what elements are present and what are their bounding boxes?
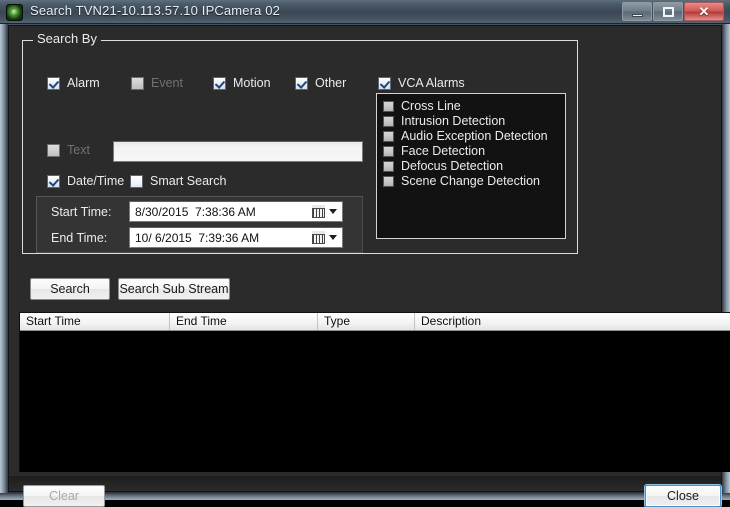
calendar-icon [312, 205, 325, 218]
date-time-panel: Start Time: 8/30/2015 7:38:36 AM End Tim… [36, 196, 363, 253]
checkbox-audio-exception-detection[interactable] [383, 131, 394, 142]
search-window: Search TVN21-10.113.57.10 IPCamera 02 ✕ … [0, 0, 730, 507]
start-time-label: Start Time: [51, 205, 112, 219]
minimize-button[interactable] [622, 2, 652, 21]
end-time-dropdown[interactable] [310, 229, 341, 246]
checkbox-other-label: Other [315, 76, 347, 90]
list-item-label: Defocus Detection [401, 159, 504, 173]
checkbox-event [131, 77, 144, 90]
list-item-label: Audio Exception Detection [401, 129, 548, 143]
list-item-label: Face Detection [401, 144, 486, 158]
checkbox-motion[interactable] [213, 77, 226, 90]
list-item-label: Scene Change Detection [401, 174, 540, 188]
search-text-input[interactable] [113, 141, 363, 162]
checkbox-alarm[interactable] [47, 77, 60, 90]
start-time-dropdown[interactable] [310, 203, 341, 220]
checkbox-vca-alarms-label: VCA Alarms [398, 76, 465, 90]
checkbox-motion-label: Motion [233, 76, 271, 90]
search-sub-stream-button[interactable]: Search Sub Stream [118, 278, 230, 300]
start-time-value: 8/30/2015 7:38:36 AM [135, 205, 256, 219]
title-bar[interactable]: Search TVN21-10.113.57.10 IPCamera 02 ✕ [0, 0, 730, 24]
column-header-type[interactable]: Type [318, 313, 415, 330]
checkbox-defocus-detection[interactable] [383, 161, 394, 172]
checkbox-other[interactable] [295, 77, 308, 90]
search-button[interactable]: Search [30, 278, 110, 300]
close-icon: ✕ [698, 4, 710, 19]
checkbox-text-label: Text [67, 143, 90, 157]
column-header-end-time[interactable]: End Time [170, 313, 318, 330]
chevron-down-icon [329, 209, 337, 214]
checkbox-intrusion-detection[interactable] [383, 116, 394, 127]
checkbox-scene-change-detection[interactable] [383, 176, 394, 187]
checkbox-date-time[interactable] [47, 175, 60, 188]
checkbox-face-detection[interactable] [383, 146, 394, 157]
search-by-groupbox: Search By Alarm Event Motion Other VCA A… [22, 32, 578, 254]
column-header-description[interactable]: Description [415, 313, 730, 330]
maximize-button[interactable] [653, 2, 683, 21]
search-by-legend: Search By [33, 32, 101, 46]
calendar-icon [312, 231, 325, 244]
clear-button[interactable]: Clear [23, 485, 105, 507]
results-list[interactable]: Start Time End Time Type Description [19, 312, 730, 472]
dialog-client-area: Search By Alarm Event Motion Other VCA A… [8, 25, 730, 507]
column-header-start-time[interactable]: Start Time [20, 313, 170, 330]
bottom-bar [9, 476, 721, 491]
checkbox-text [47, 144, 60, 157]
window-border-left [0, 24, 8, 500]
window-border-bottom [0, 493, 730, 500]
list-item-label: Cross Line [401, 99, 461, 113]
checkbox-date-time-label: Date/Time [67, 174, 125, 188]
checkbox-vca-alarms[interactable] [378, 77, 391, 90]
end-time-value: 10/ 6/2015 7:39:36 AM [135, 231, 260, 245]
chevron-down-icon [329, 235, 337, 240]
camera-icon [6, 4, 23, 21]
checkbox-alarm-label: Alarm [67, 76, 100, 90]
checkbox-smart-search[interactable] [130, 175, 143, 188]
checkbox-smart-search-label: Smart Search [150, 174, 227, 188]
end-time-field[interactable]: 10/ 6/2015 7:39:36 AM [129, 227, 343, 248]
results-list-header: Start Time End Time Type Description [20, 313, 730, 331]
checkbox-event-label: Event [151, 76, 183, 90]
vca-alarms-listbox[interactable]: Cross Line Intrusion Detection Audio Exc… [376, 93, 566, 239]
start-time-field[interactable]: 8/30/2015 7:38:36 AM [129, 201, 343, 222]
close-window-button[interactable]: ✕ [684, 2, 724, 21]
checkbox-cross-line[interactable] [383, 101, 394, 112]
list-item-label: Intrusion Detection [401, 114, 506, 128]
window-title: Search TVN21-10.113.57.10 IPCamera 02 [30, 3, 281, 18]
end-time-label: End Time: [51, 231, 108, 245]
close-button[interactable]: Close [645, 485, 721, 507]
results-list-body[interactable] [20, 331, 730, 472]
